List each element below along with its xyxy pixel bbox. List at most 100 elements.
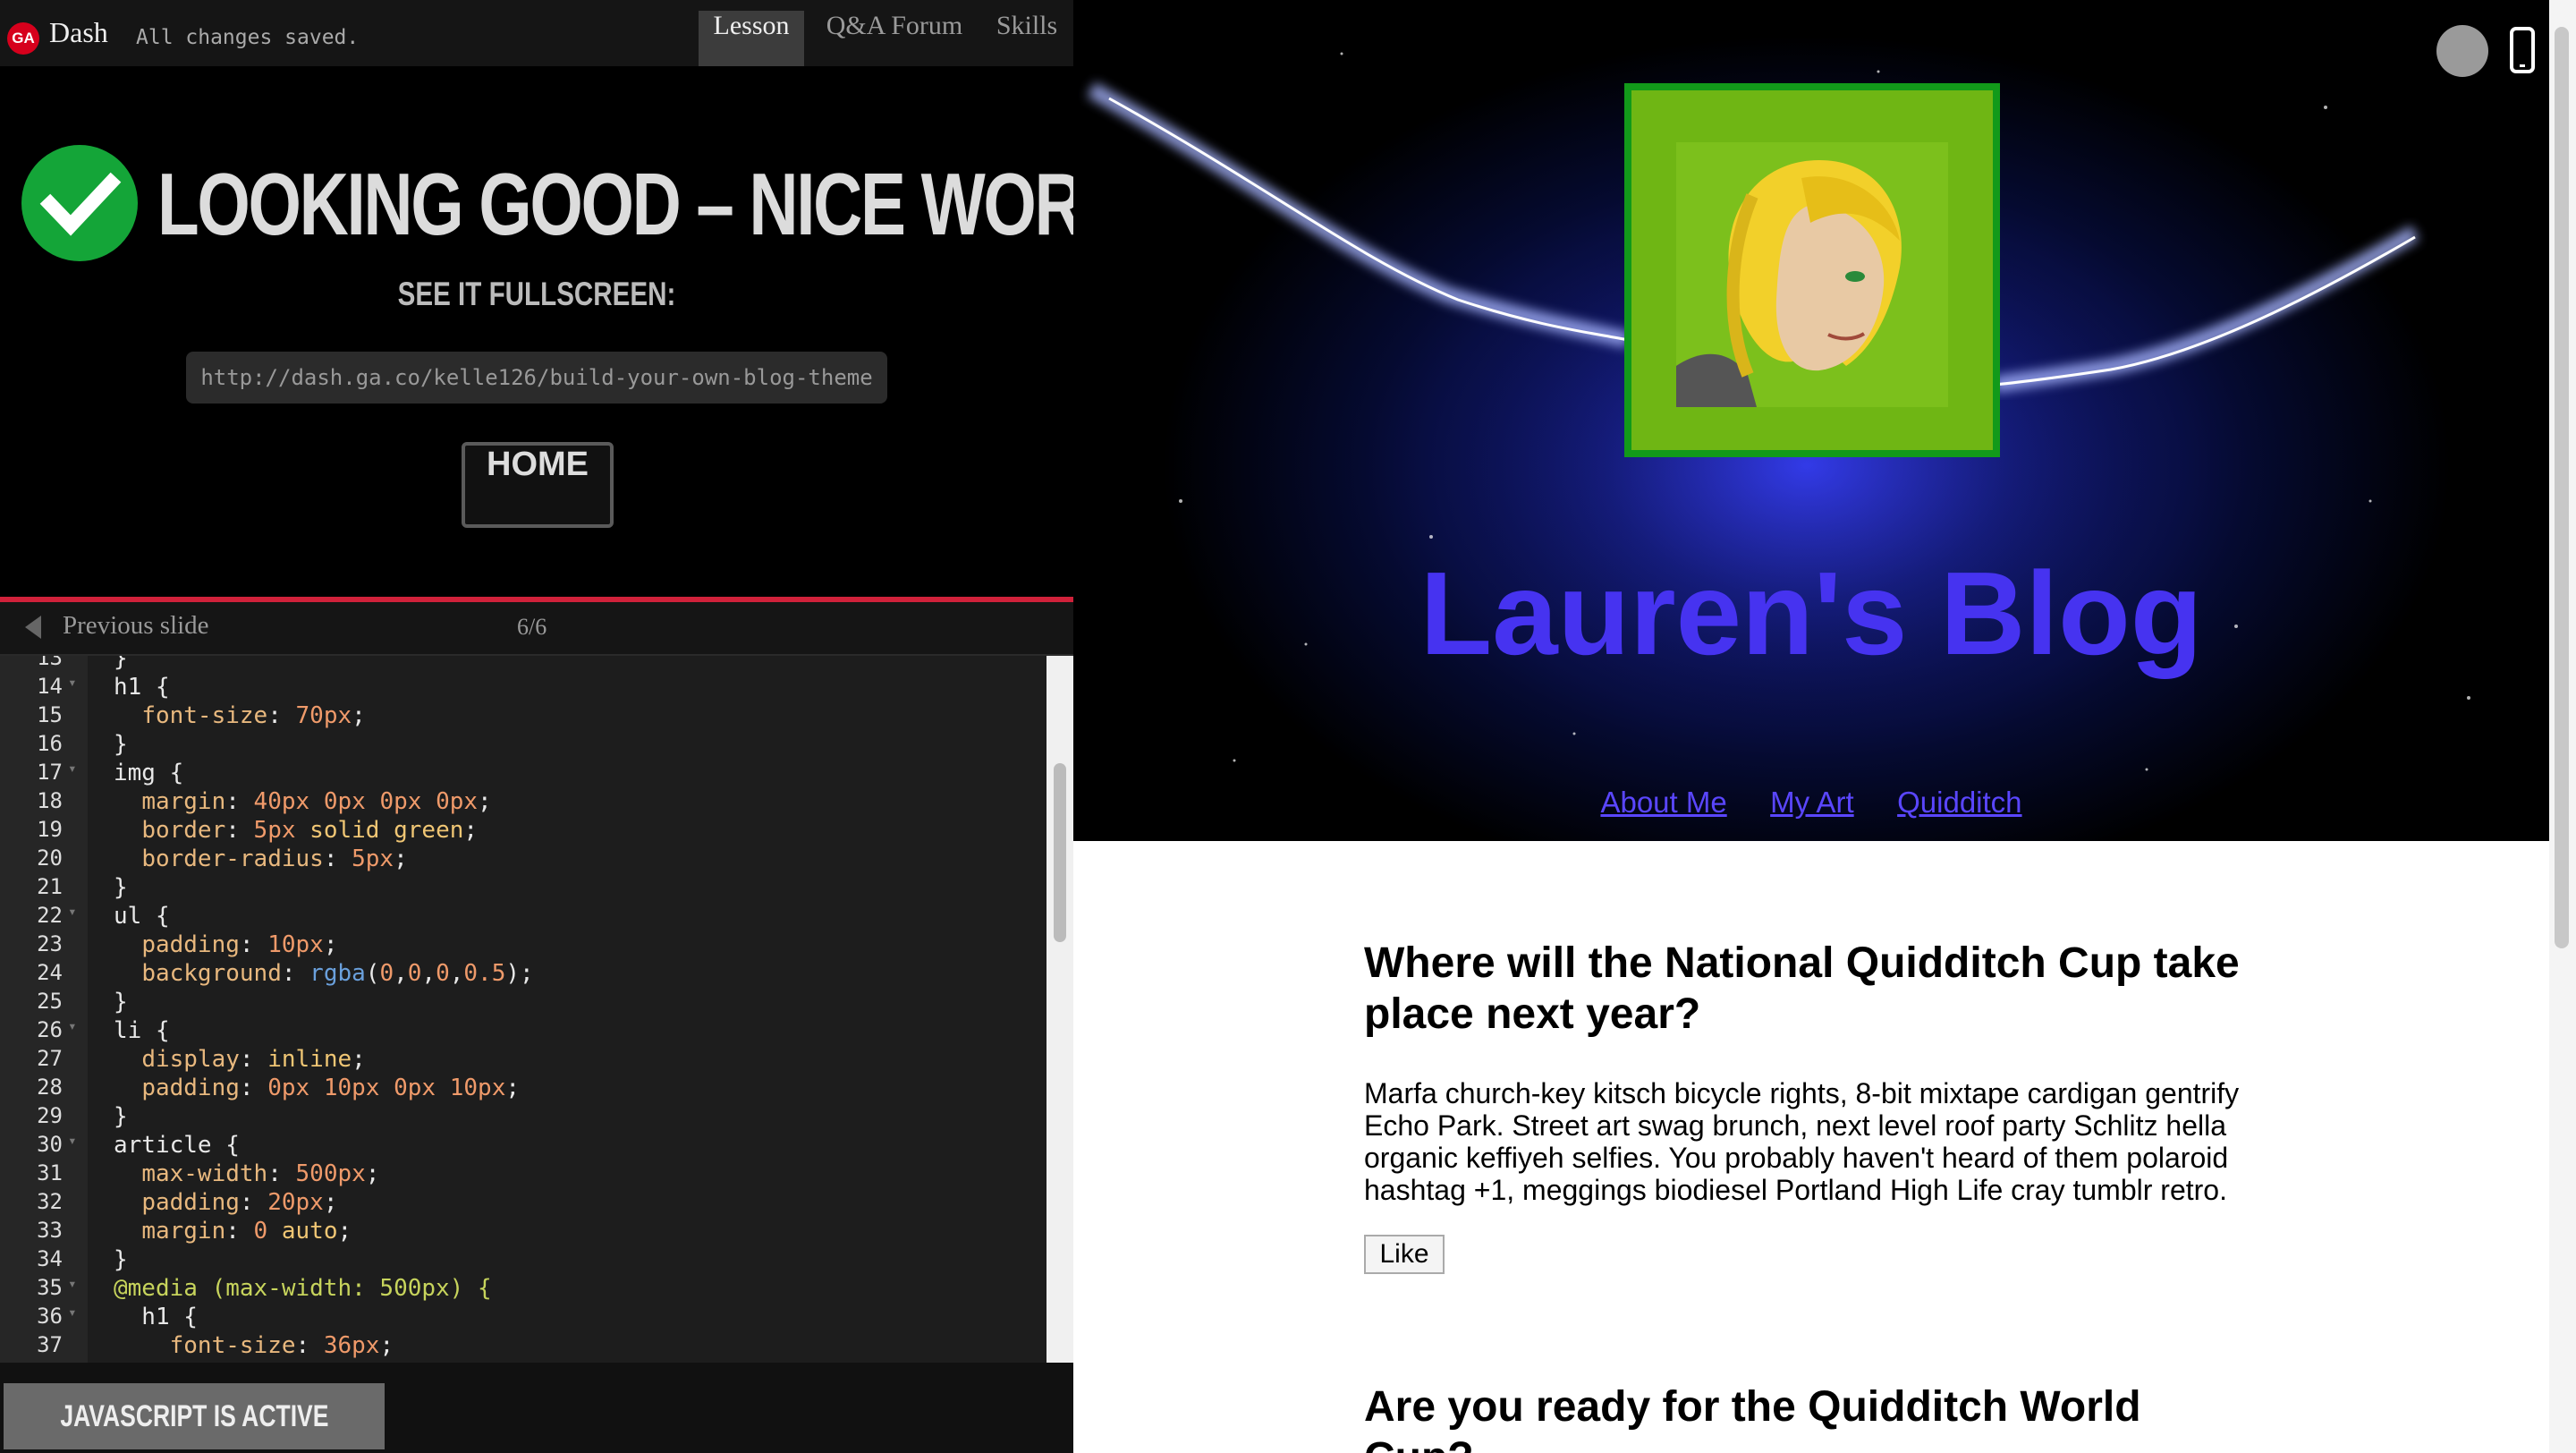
fold-arrow-icon[interactable]: ▾ xyxy=(68,760,77,777)
blog-nav: About Me My Art Quidditch xyxy=(1073,786,2549,820)
code-text: font-size: 36px; xyxy=(169,1332,394,1359)
line-number: 28 xyxy=(37,1075,63,1100)
code-text: ul { xyxy=(114,903,170,930)
code-line[interactable]: 15 font-size: 70px; xyxy=(0,702,1046,731)
fold-arrow-icon[interactable]: ▾ xyxy=(68,1275,77,1292)
line-number: 25 xyxy=(37,989,63,1014)
code-line[interactable]: 36 ▾ h1 { xyxy=(0,1304,1046,1332)
code-line[interactable]: 26 ▾ li { xyxy=(0,1017,1046,1046)
code-text: } xyxy=(114,874,128,901)
ga-logo-icon[interactable]: GA xyxy=(7,22,39,55)
chevron-left-icon[interactable] xyxy=(25,616,41,639)
nav-link-quidditch[interactable]: Quidditch xyxy=(1897,786,2021,819)
code-line[interactable]: 22 ▾ ul { xyxy=(0,903,1046,931)
code-text: } xyxy=(114,989,128,1015)
like-button[interactable]: Like xyxy=(1364,1235,1445,1274)
line-number: 22 xyxy=(37,903,63,928)
code-line[interactable]: 23 padding: 10px; xyxy=(0,931,1046,960)
blog-header: Lauren's Blog About Me My Art Quidditch xyxy=(1073,0,2549,841)
success-title: LOOKING GOOD – NICE WORK! xyxy=(157,155,1073,253)
fold-arrow-icon[interactable]: ▾ xyxy=(68,1017,77,1034)
code-text: @media (max-width: 500px) { xyxy=(114,1275,492,1302)
nav-link-about-me[interactable]: About Me xyxy=(1600,786,1726,819)
code-line[interactable]: 34} xyxy=(0,1246,1046,1275)
line-number: 31 xyxy=(37,1160,63,1185)
code-line[interactable]: 32 padding: 20px; xyxy=(0,1189,1046,1218)
code-line[interactable]: 29} xyxy=(0,1103,1046,1132)
code-text: border: 5px solid green; xyxy=(141,817,479,844)
mobile-phone-icon[interactable] xyxy=(2510,27,2535,73)
code-line[interactable]: 27 display: inline; xyxy=(0,1046,1046,1075)
code-line[interactable]: 13} xyxy=(0,656,1046,674)
tab-skills[interactable]: Skills xyxy=(987,11,1067,66)
code-line[interactable]: 35 ▾ @media (max-width: 500px) { xyxy=(0,1275,1046,1304)
article-heading: Are you ready for the Quidditch World Cu… xyxy=(1364,1383,2141,1453)
line-number: 15 xyxy=(37,702,63,727)
portrait-illustration xyxy=(1676,142,1948,407)
fullscreen-url[interactable]: http://dash.ga.co/kelle126/build-your-ow… xyxy=(186,352,887,404)
code-text: padding: 0px 10px 0px 10px; xyxy=(141,1075,521,1101)
profile-image xyxy=(1624,83,2000,457)
preview-panel: Lauren's Blog About Me My Art Quidditch … xyxy=(1073,0,2576,1453)
code-line[interactable]: 33 margin: 0 auto; xyxy=(0,1218,1046,1246)
code-line[interactable]: 18 margin: 40px 0px 0px 0px; xyxy=(0,788,1046,817)
code-lines[interactable]: 13} 14 ▾ h1 {15 font-size: 70px; 16} 17 ▾ img {… xyxy=(0,656,1046,1361)
slide-nav-bar: Previous slide 6/6 xyxy=(0,602,1073,656)
article: Where will the National Quidditch Cup ta… xyxy=(1364,938,2258,1274)
line-number: 26 xyxy=(37,1017,63,1042)
fold-arrow-icon[interactable]: ▾ xyxy=(68,1132,77,1149)
code-text: padding: 10px; xyxy=(141,931,338,958)
code-scrollbar[interactable] xyxy=(1046,656,1073,1363)
code-line[interactable]: 28 padding: 0px 10px 0px 10px; xyxy=(0,1075,1046,1103)
tab-lesson[interactable]: Lesson xyxy=(699,11,804,66)
code-text: max-width: 500px; xyxy=(141,1160,380,1187)
save-status: All changes saved. xyxy=(136,26,360,49)
code-line[interactable]: 25} xyxy=(0,989,1046,1017)
app-name: Dash xyxy=(49,16,108,48)
code-line[interactable]: 19 border: 5px solid green; xyxy=(0,817,1046,845)
checkmark-icon xyxy=(21,145,138,261)
code-line[interactable]: 31 max-width: 500px; xyxy=(0,1160,1046,1189)
code-line[interactable]: 30 ▾ article { xyxy=(0,1132,1046,1160)
line-number: 20 xyxy=(37,845,63,871)
line-number: 24 xyxy=(37,960,63,985)
line-number: 18 xyxy=(37,788,63,813)
line-number: 16 xyxy=(37,731,63,756)
code-scrollbar-thumb[interactable] xyxy=(1054,763,1066,942)
code-line[interactable]: 20 border-radius: 5px; xyxy=(0,845,1046,874)
line-number: 34 xyxy=(37,1246,63,1271)
code-line[interactable]: 24 background: rgba(0,0,0,0.5); xyxy=(0,960,1046,989)
preview-scrollbar-thumb[interactable] xyxy=(2555,27,2569,948)
tab-qa-forum[interactable]: Q&A Forum xyxy=(816,11,973,66)
code-text: h1 { xyxy=(114,674,170,701)
code-line[interactable]: 37 font-size: 36px; xyxy=(0,1332,1046,1361)
fold-arrow-icon[interactable]: ▾ xyxy=(68,1304,77,1321)
code-text: li { xyxy=(114,1017,170,1044)
line-number: 32 xyxy=(37,1189,63,1214)
circle-icon[interactable] xyxy=(2436,25,2488,77)
code-text: border-radius: 5px; xyxy=(141,845,408,872)
code-line[interactable]: 16} xyxy=(0,731,1046,760)
code-text: } xyxy=(114,1246,128,1273)
line-number: 23 xyxy=(37,931,63,956)
previous-slide-button[interactable]: Previous slide xyxy=(63,611,209,641)
line-number: 19 xyxy=(37,817,63,842)
home-button[interactable]: HOME xyxy=(462,442,614,528)
code-text: } xyxy=(114,1103,128,1130)
code-line[interactable]: 21} xyxy=(0,874,1046,903)
javascript-status-button[interactable]: JAVASCRIPT IS ACTIVE xyxy=(4,1383,385,1449)
blog-title: Lauren's Blog xyxy=(1419,548,2203,679)
slide-counter: 6/6 xyxy=(517,614,547,640)
code-editor[interactable]: 13} 14 ▾ h1 {15 font-size: 70px; 16} 17 ▾ img {… xyxy=(0,656,1073,1363)
line-number: 14 xyxy=(37,674,63,699)
nav-link-my-art[interactable]: My Art xyxy=(1770,786,1854,819)
dash-editor-panel: GA Dash All changes saved. Lesson Q&A Fo… xyxy=(0,0,1073,1453)
fold-arrow-icon[interactable]: ▾ xyxy=(68,674,77,691)
code-text: h1 { xyxy=(114,1304,198,1330)
line-number: 33 xyxy=(37,1218,63,1243)
fold-arrow-icon[interactable]: ▾ xyxy=(68,903,77,920)
code-line[interactable]: 17 ▾ img { xyxy=(0,760,1046,788)
article: Are you ready for the Quidditch World Cu… xyxy=(1364,1381,2258,1453)
code-line[interactable]: 14 ▾ h1 { xyxy=(0,674,1046,702)
article-body: Marfa church-key kitsch bicycle rights, … xyxy=(1364,1077,2240,1206)
